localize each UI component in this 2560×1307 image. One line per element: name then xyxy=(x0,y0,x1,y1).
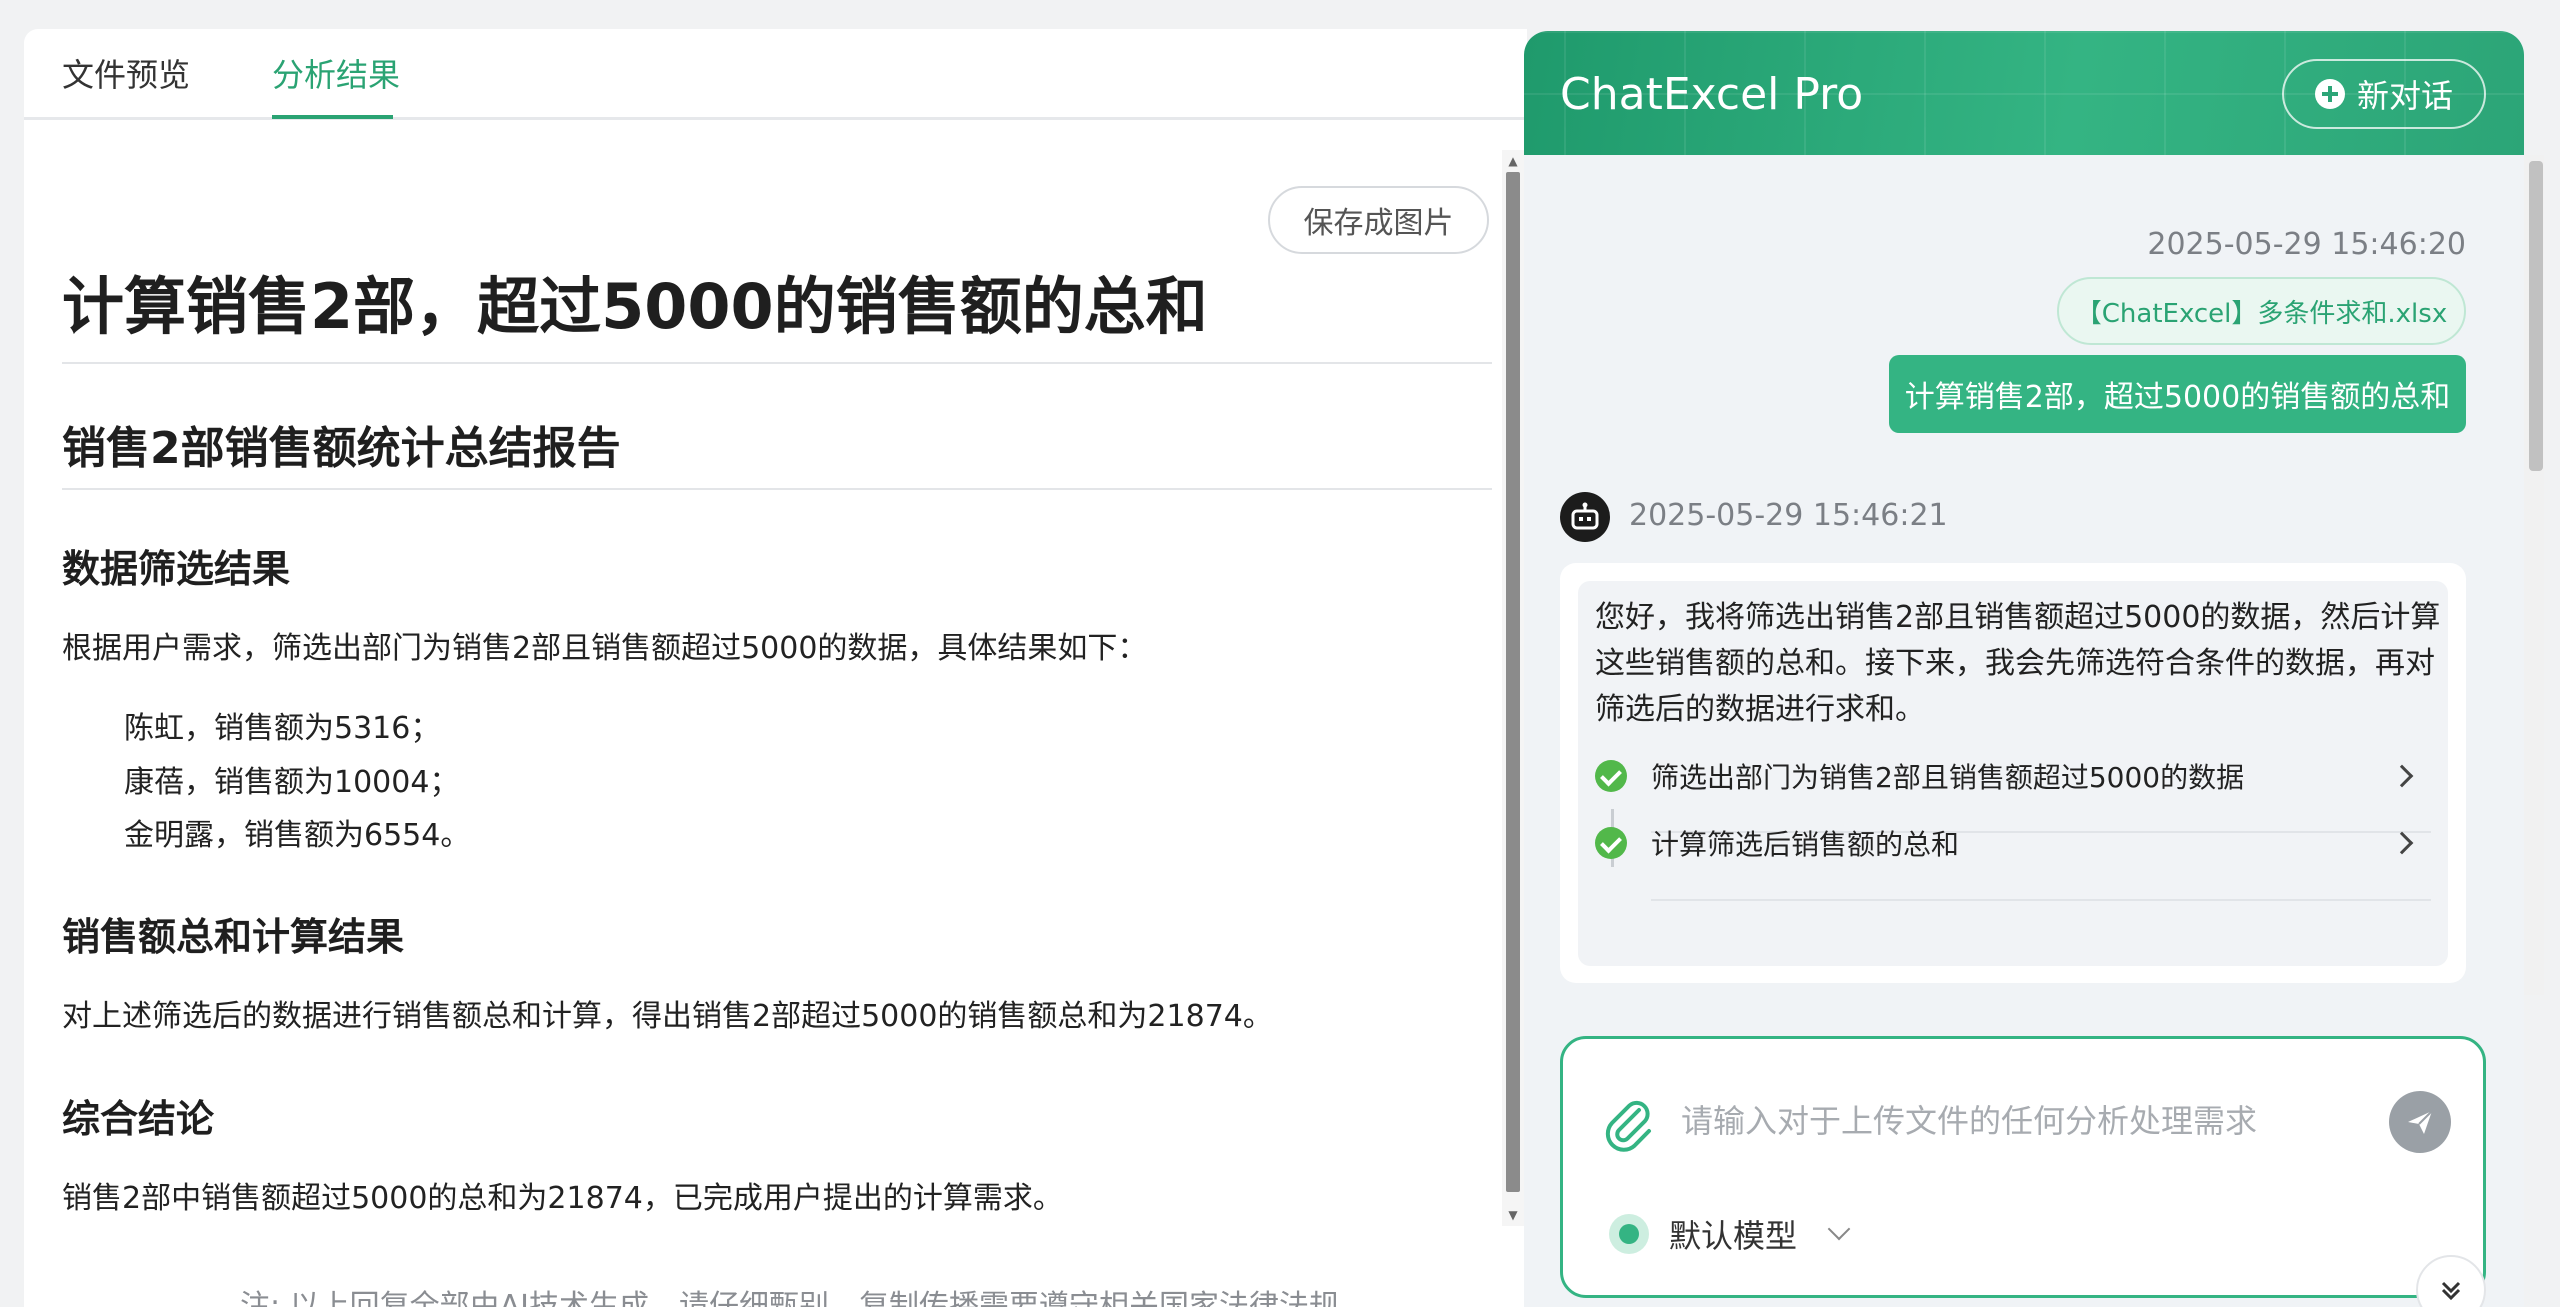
left-scrollbar-thumb[interactable] xyxy=(1506,172,1520,1192)
tab-analysis-result[interactable]: 分析结果 xyxy=(272,55,400,95)
section-heading: 数据筛选结果 xyxy=(62,547,291,591)
bot-message-body: 您好，我将筛选出销售2部且销售额超过5000的数据，然后计算这些销售额的总和。接… xyxy=(1578,581,2448,966)
ai-disclaimer-note: 注: 以上回复全部由AI技术生成，请仔细甄别，复制传播需要遵守相关国家法律法规 xyxy=(240,1289,1340,1307)
bot-message-text: 您好，我将筛选出销售2部且销售额超过5000的数据，然后计算这些销售额的总和。接… xyxy=(1595,600,2441,727)
section-heading: 销售额总和计算结果 xyxy=(62,915,405,959)
chat-messages: 2025-05-29 15:46:20 【ChatExcel】多条件求和.xls… xyxy=(1524,155,2524,1031)
list-item: 陈虹，销售额为5316； xyxy=(124,711,441,746)
check-icon xyxy=(1595,827,1627,859)
step-divider xyxy=(1651,899,2431,901)
model-label: 默认模型 xyxy=(1669,1217,1798,1255)
step-item[interactable]: 筛选出部门为销售2部且销售额超过5000的数据 xyxy=(1595,746,2430,806)
section-text: 销售2部中销售额超过5000的总和为21874，已完成用户提出的计算需求。 xyxy=(62,1181,1063,1216)
chevron-right-icon xyxy=(2390,831,2414,855)
send-icon xyxy=(2408,1110,2433,1134)
step-label: 计算筛选后销售额的总和 xyxy=(1651,828,1960,861)
bot-message-timestamp: 2025-05-29 15:46:21 xyxy=(1629,498,1948,533)
chat-panel: ChatExcel Pro 新对话 2025-05-29 15:46:20 【C… xyxy=(1524,31,2524,1307)
check-icon xyxy=(1595,760,1627,792)
chevron-right-icon xyxy=(2390,764,2414,788)
attached-file-chip[interactable]: 【ChatExcel】多条件求和.xlsx xyxy=(2057,277,2466,345)
scroll-down-arrow-icon[interactable]: ▼ xyxy=(1502,1204,1524,1226)
send-button[interactable] xyxy=(2389,1091,2451,1153)
scroll-up-arrow-icon[interactable]: ▲ xyxy=(1502,150,1524,172)
bot-message-card: 您好，我将筛选出销售2部且销售额超过5000的数据，然后计算这些销售额的总和。接… xyxy=(1560,563,2466,983)
section-heading: 综合结论 xyxy=(62,1097,215,1141)
new-chat-label: 新对话 xyxy=(2356,77,2453,115)
save-as-image-button[interactable]: 保存成图片 xyxy=(1268,186,1489,254)
chat-input[interactable] xyxy=(1679,1091,2359,1151)
tab-bar: 文件预览 分析结果 xyxy=(24,29,1527,120)
left-scrollbar[interactable]: ▲ ▼ xyxy=(1502,150,1524,1226)
analysis-panel: 文件预览 分析结果 保存成图片 计算销售2部，超过5000的销售额的总和 销售2… xyxy=(24,29,1527,1307)
section-text: 对上述筛选后的数据进行销售额总和计算，得出销售2部超过5000的销售额总和为21… xyxy=(62,999,1273,1034)
active-tab-indicator xyxy=(272,115,393,119)
chat-header: ChatExcel Pro 新对话 xyxy=(1524,31,2524,155)
tab-file-preview[interactable]: 文件预览 xyxy=(62,55,190,95)
step-label: 筛选出部门为销售2部且销售额超过5000的数据 xyxy=(1651,761,2245,794)
robot-icon xyxy=(1560,492,1610,542)
step-item[interactable]: 计算筛选后销售额的总和 xyxy=(1595,813,2430,873)
report-title: 计算销售2部，超过5000的销售额的总和 xyxy=(62,270,1208,343)
user-message-bubble: 计算销售2部，超过5000的销售额的总和 xyxy=(1889,355,2466,433)
list-item: 康蓓，销售额为10004； xyxy=(124,765,460,800)
report-subtitle: 销售2部销售额统计总结报告 xyxy=(62,423,621,474)
title-divider xyxy=(62,362,1492,364)
paperclip-icon[interactable] xyxy=(1599,1094,1659,1154)
user-message-timestamp: 2025-05-29 15:46:20 xyxy=(2147,227,2466,262)
double-chevron-down-icon xyxy=(2441,1281,2461,1301)
list-item: 金明露，销售额为6554。 xyxy=(124,818,471,853)
plus-icon xyxy=(2314,79,2345,109)
model-selector[interactable]: 默认模型 xyxy=(1609,1204,1851,1264)
chat-scrollbar-thumb[interactable] xyxy=(2529,161,2543,471)
chat-scrollbar[interactable] xyxy=(2524,155,2544,995)
model-status-icon xyxy=(1609,1214,1649,1254)
chevron-down-icon xyxy=(1827,1217,1851,1241)
subtitle-divider xyxy=(62,488,1492,490)
section-text: 根据用户需求，筛选出部门为销售2部且销售额超过5000的数据，具体结果如下： xyxy=(62,631,1148,666)
app-title: ChatExcel Pro xyxy=(1560,69,1864,120)
chat-input-box: 默认模型 xyxy=(1560,1036,2486,1298)
new-chat-button[interactable]: 新对话 xyxy=(2282,59,2486,129)
